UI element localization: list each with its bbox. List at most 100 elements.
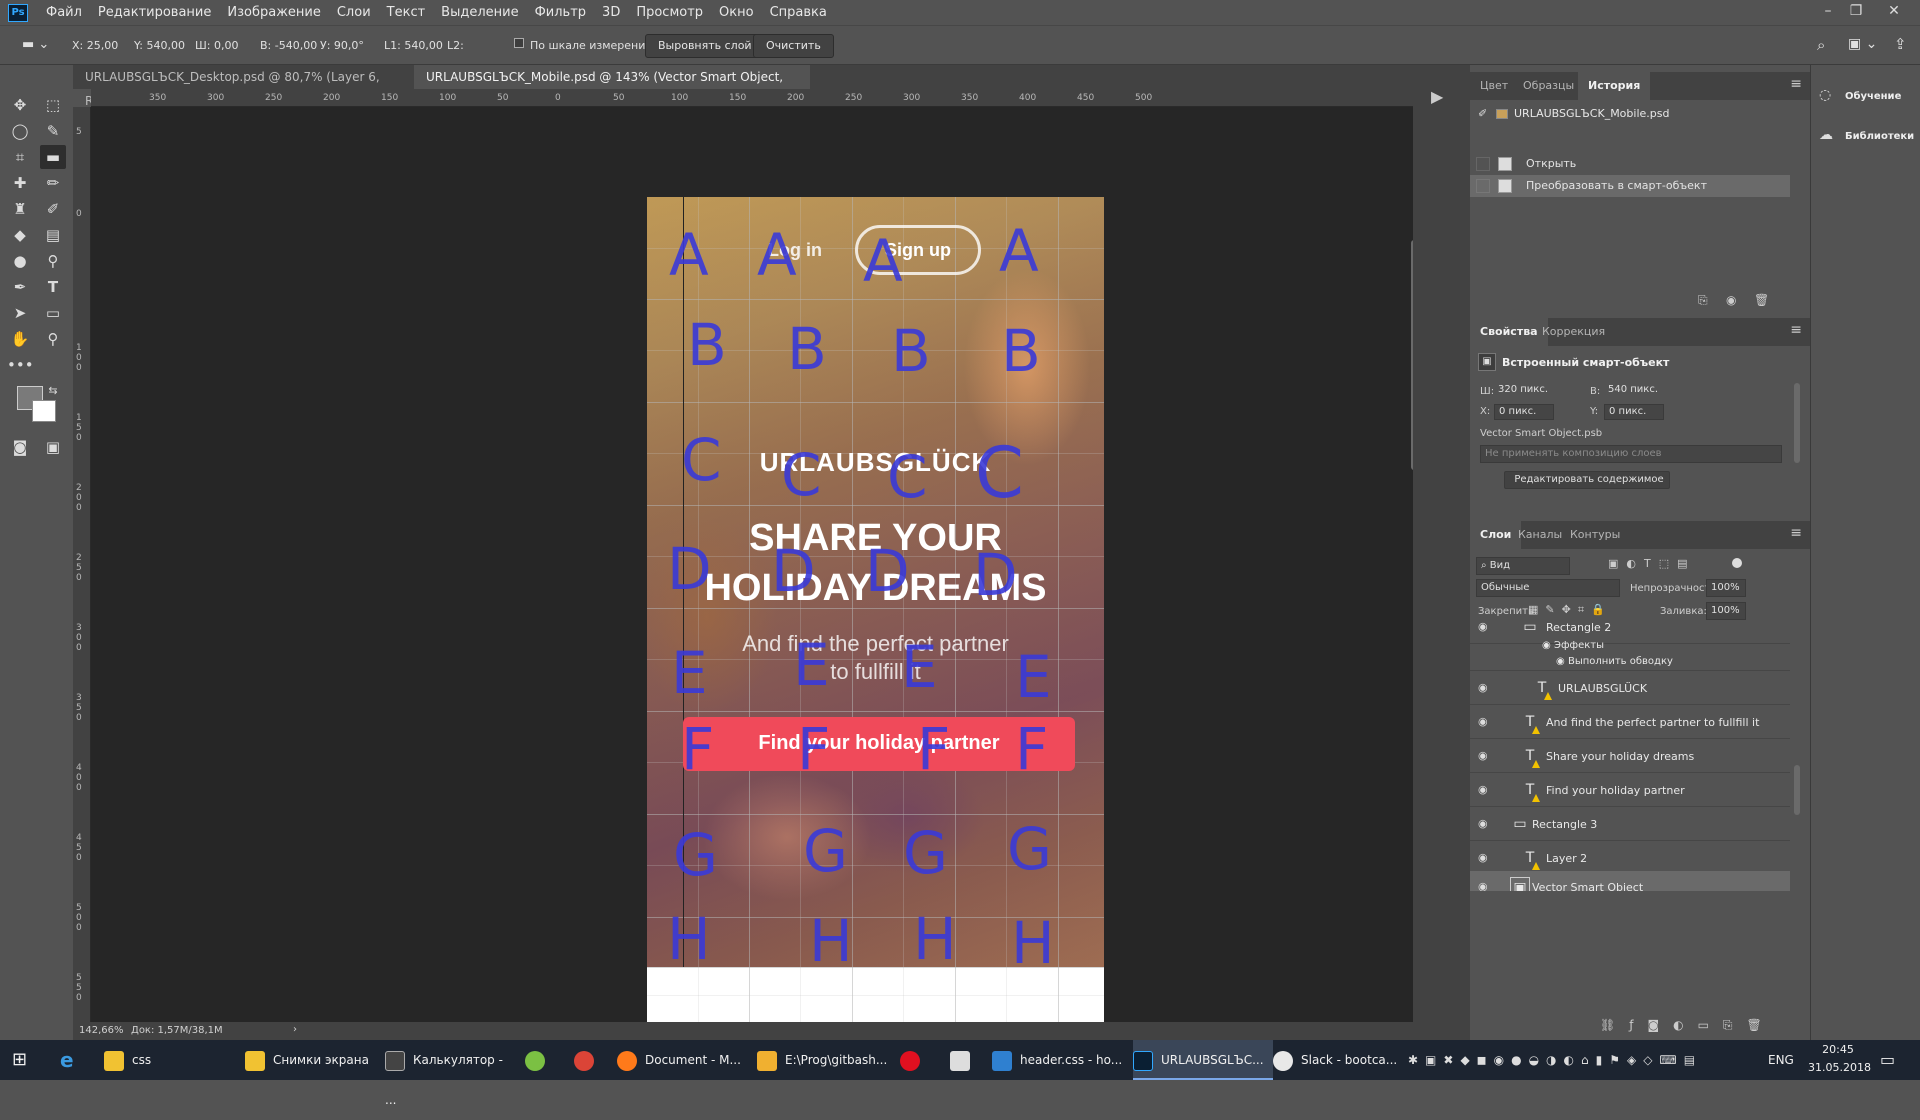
y-field[interactable]: 0 пикс. [1604,404,1664,420]
swap-colors-icon[interactable]: ⇆ [40,379,66,403]
tab-color[interactable]: Цвет [1470,72,1518,100]
ruler-tool-icon[interactable]: ▬ ⌄ [22,37,49,52]
layer-comp-select[interactable]: Не применять композицию слоев [1480,445,1782,463]
taskbar-opera[interactable] [900,1040,930,1080]
taskbar-calculator[interactable]: Калькулятор - ... [385,1040,515,1107]
tab-paths[interactable]: Контуры [1560,521,1630,549]
panel-menu-icon[interactable]: ≡ [1790,322,1802,338]
zoom-level[interactable]: 142,66% [79,1025,124,1036]
visibility-eye-icon[interactable]: ◉ [1478,621,1488,633]
taskbar-app[interactable] [525,1040,555,1080]
gradient-tool-icon[interactable]: ▤ [40,223,66,247]
snapshot-camera-icon[interactable]: ◉ [1726,293,1736,307]
photoshop-logo-icon[interactable]: Ps [8,3,28,22]
menu-layers[interactable]: Слои [329,0,379,25]
effect-eye-icon[interactable]: ◉ [1542,640,1551,651]
layer-row[interactable]: ◉ T And find the perfect partner to full… [1470,706,1790,739]
menu-file[interactable]: Файл [38,0,90,25]
visibility-eye-icon[interactable]: ◉ [1478,749,1488,762]
taskbar-firefox[interactable]: Document - M... [617,1040,757,1080]
workspace-icon[interactable]: ▣ ⌄ [1848,36,1877,52]
layer-row[interactable]: ◉ T URLAUBSGLÜCK [1470,672,1790,705]
hand-tool-icon[interactable]: ✋ [7,327,33,351]
layer-filter-select[interactable]: ⌕ Вид [1476,557,1570,575]
edge-icon[interactable]: e [60,1040,88,1080]
layer-row[interactable]: ◉ ▭ Rectangle 3 [1470,808,1790,841]
quick-mask-icon[interactable]: ◙ [7,435,33,459]
effect-eye-icon[interactable]: ◉ [1556,656,1565,667]
search-icon[interactable]: ⌕ [1817,36,1825,54]
visibility-eye-icon[interactable]: ◉ [1478,880,1488,891]
system-tray-icons[interactable]: ✱▣✖◆◼◉●◒◑◐⌂▮⚑◈◇⌨▤ [1408,1040,1778,1080]
blur-tool-icon[interactable]: ● [7,249,33,273]
healing-brush-icon[interactable]: ✚ [7,171,33,195]
rectangle-tool-icon[interactable]: ▭ [40,301,66,325]
status-arrow-icon[interactable]: › [293,1024,297,1035]
language-indicator[interactable]: ENG [1768,1040,1798,1080]
taskbar-vscode[interactable]: header.css - ho... [992,1040,1130,1080]
zoom-tool-icon[interactable]: ⚲ [40,327,66,351]
path-select-icon[interactable]: ➤ [7,301,33,325]
history-brush-source-icon[interactable]: ✐ [1478,107,1487,120]
filter-toggle[interactable] [1732,558,1742,568]
menu-help[interactable]: Справка [762,0,835,25]
more-tools-icon[interactable]: ••• [7,353,34,377]
lasso-tool-icon[interactable]: ◯ [7,119,33,143]
screen-mode-icon[interactable]: ▣ [40,435,66,459]
marquee-tool-icon[interactable]: ⬚ [40,93,66,117]
minimize-icon[interactable]: – [1814,0,1842,25]
taskbar-app[interactable] [950,1040,980,1080]
history-snapshot[interactable]: URLAUBSGLЪСK_Mobile.psd [1514,107,1669,120]
fill-field[interactable]: 100% [1706,602,1746,620]
history-item-selected[interactable]: Преобразовать в смарт-объект [1470,175,1790,197]
learn-tab[interactable]: Обучение [1845,91,1901,102]
panel-menu-icon[interactable]: ≡ [1790,525,1802,541]
history-checkbox[interactable] [1476,179,1490,193]
layer-effect-row[interactable]: ◉ Выполнить обводку [1470,655,1790,671]
layer-filter-icons[interactable]: ▣◐T⬚▤ [1608,557,1696,570]
clock-time[interactable]: 20:45 [1808,1043,1868,1056]
edit-contents-button[interactable]: Редактировать содержимое [1504,471,1670,489]
crop-tool-icon[interactable]: ⌗ [7,145,33,169]
taskbar-chrome[interactable] [574,1040,604,1080]
opacity-field[interactable]: 100% [1706,579,1746,597]
properties-scrollbar[interactable] [1794,383,1800,463]
x-field[interactable]: 0 пикс. [1494,404,1554,420]
restore-icon[interactable]: ❐ [1842,0,1870,25]
menu-select[interactable]: Выделение [433,0,526,25]
notifications-icon[interactable]: ▭ [1880,1040,1910,1080]
menu-window[interactable]: Окно [711,0,762,25]
layer-row-selected[interactable]: ◉ ▣ Vector Smart Object [1470,871,1790,891]
tab-mobile-doc[interactable]: URLAUBSGLЪСK_Mobile.psd @ 143% (Vector S… [414,65,810,108]
visibility-eye-icon[interactable]: ◉ [1478,715,1488,728]
menu-view[interactable]: Просмотр [628,0,711,25]
taskbar-screenshots[interactable]: Снимки экрана [245,1040,385,1080]
layers-scrollbar[interactable] [1794,765,1800,815]
panel-menu-icon[interactable]: ≡ [1790,76,1802,92]
layer-effects-row[interactable]: ◉ Эффекты [1470,639,1790,655]
new-document-from-state-icon[interactable]: ⎘ [1698,293,1708,308]
height-value[interactable]: 540 пикс. [1604,383,1664,399]
background-color-swatch[interactable] [32,400,56,422]
type-tool-icon[interactable]: T [40,275,66,299]
visibility-eye-icon[interactable]: ◉ [1478,681,1488,694]
dodge-tool-icon[interactable]: ⚲ [40,249,66,273]
document-canvas[interactable]: Log in Sign up URLAUBSGLÜCK SHARE YOUR H… [647,197,1104,1022]
clone-stamp-icon[interactable]: ♜ [7,197,33,221]
scale-checkbox[interactable] [514,38,524,48]
taskbar-slack[interactable]: Slack - bootca... [1273,1040,1413,1080]
canvas-area[interactable]: Log in Sign up URLAUBSGLÜCK SHARE YOUR H… [91,107,1413,1022]
ruler-tool-icon[interactable]: ▬ [40,145,66,169]
layer-row[interactable]: ◉ T Find your holiday partner [1470,774,1790,807]
taskbar-photoshop[interactable]: URLAUBSGLЪС... [1133,1040,1273,1080]
layer-row[interactable]: ◉ T Share your holiday dreams [1470,740,1790,773]
layers-footer-icons[interactable]: ⛓ƒ◙◐▭⎘🗑 [1600,1018,1776,1033]
windows-start-icon[interactable]: ⊞ [12,1040,36,1080]
menu-edit[interactable]: Редактирование [90,0,219,25]
menu-type[interactable]: Текст [379,0,434,25]
horizontal-ruler[interactable]: 350 300 250 200 150 100 50 0 50 100 150 … [91,89,1413,107]
brush-tool-icon[interactable]: ✏ [40,171,66,195]
trash-icon[interactable]: 🗑 [1754,293,1769,307]
taskbar-gitbash[interactable]: E:\Prog\gitbash... [757,1040,897,1080]
share-icon[interactable]: ⇪ [1894,35,1907,53]
